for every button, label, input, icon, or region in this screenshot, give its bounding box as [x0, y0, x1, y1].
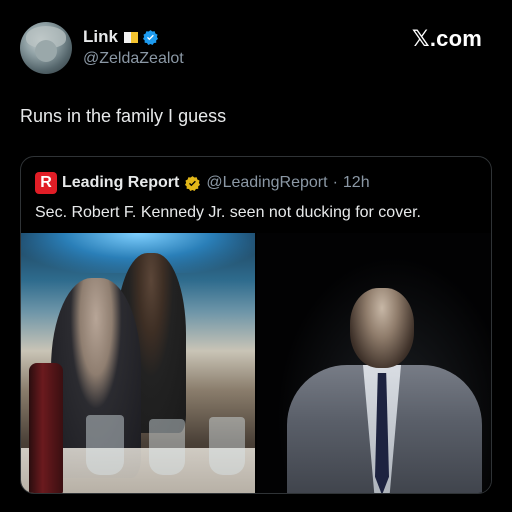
gold-check-icon	[185, 175, 201, 191]
photo-head	[350, 288, 414, 368]
x-logo-watermark: 𝕏.com	[411, 26, 482, 51]
media-photo-left[interactable]	[21, 233, 255, 493]
author-name[interactable]: Link	[83, 27, 118, 47]
quoted-post-text: Sec. Robert F. Kennedy Jr. seen not duck…	[35, 204, 421, 221]
media-photo-right[interactable]	[257, 233, 491, 493]
quoted-post-card[interactable]: R Leading Report @LeadingReport · 12h Se…	[20, 156, 492, 494]
verified-icon	[142, 29, 158, 45]
author-avatar[interactable]	[20, 22, 72, 74]
quoted-post-time[interactable]: 12h	[343, 174, 370, 192]
meta-separator: ·	[332, 174, 338, 191]
flag-icon	[123, 31, 138, 43]
quoted-media-grid	[21, 233, 491, 493]
quoted-author-name[interactable]: Leading Report	[62, 174, 179, 192]
quoted-post-header: R Leading Report @LeadingReport · 12h	[35, 172, 370, 194]
post-text: Runs in the family I guess	[20, 106, 227, 126]
author-handle[interactable]: @ZeldaZealot	[83, 50, 184, 68]
quoted-author-handle[interactable]: @LeadingReport	[206, 174, 327, 192]
photo-glass	[86, 415, 124, 475]
photo-glass	[149, 419, 185, 475]
author-name-row: Link	[83, 27, 159, 47]
photo-glass	[209, 417, 245, 475]
leading-report-logo[interactable]: R	[35, 172, 57, 194]
photo-wine-bottle	[29, 363, 63, 493]
avatar-face	[35, 40, 57, 62]
